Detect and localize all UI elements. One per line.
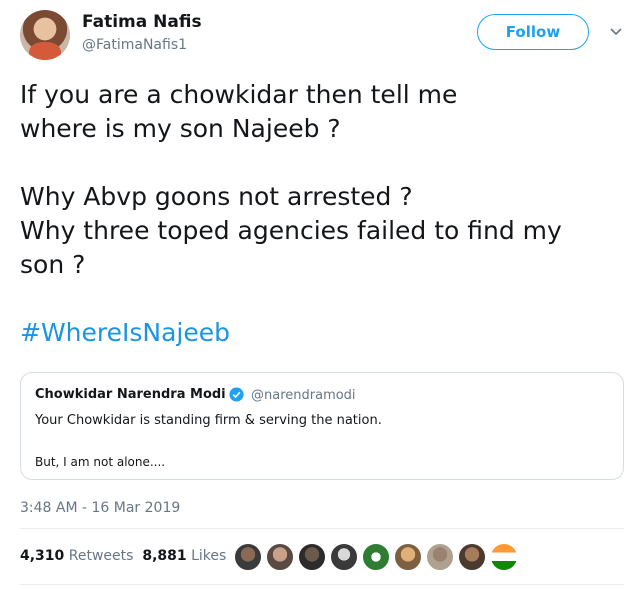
- divider: [20, 584, 624, 585]
- quoted-tweet[interactable]: Chowkidar Narendra Modi @narendramodi Yo…: [20, 372, 624, 480]
- engagement-stats: 4,310 Retweets 8,881 Likes: [20, 548, 226, 564]
- tweet-timestamp[interactable]: 3:48 AM - 16 Mar 2019: [20, 500, 180, 516]
- retweet-label[interactable]: Retweets: [69, 548, 134, 564]
- liker-avatar[interactable]: [330, 543, 358, 571]
- tweet-line: Why Abvp goons not arrested ?: [20, 182, 413, 211]
- verified-badge-icon: [229, 387, 244, 402]
- liker-avatar[interactable]: [234, 543, 262, 571]
- liker-avatar[interactable]: [298, 543, 326, 571]
- follow-button[interactable]: Follow: [477, 14, 589, 50]
- liker-avatar[interactable]: [458, 543, 486, 571]
- quoted-text: But, I am not alone....: [35, 455, 166, 469]
- divider: [20, 528, 624, 529]
- liker-avatar[interactable]: [426, 543, 454, 571]
- tweet-line: son ?: [20, 250, 86, 279]
- liker-avatar[interactable]: [362, 543, 390, 571]
- liker-avatar[interactable]: [266, 543, 294, 571]
- tweet-line: Why three toped agencies failed to find …: [20, 216, 562, 245]
- like-label[interactable]: Likes: [191, 548, 226, 564]
- quoted-author-handle: @narendramodi: [251, 388, 356, 403]
- quoted-author-name: Chowkidar Narendra Modi: [35, 387, 226, 402]
- author-avatar[interactable]: [20, 10, 70, 60]
- tweet-line: where is my son Najeeb ?: [20, 114, 341, 143]
- like-count[interactable]: 8,881: [142, 548, 186, 564]
- liker-avatar[interactable]: [394, 543, 422, 571]
- chevron-down-icon[interactable]: [609, 24, 623, 38]
- author-handle[interactable]: @FatimaNafis1: [82, 37, 187, 53]
- tweet-line: If you are a chowkidar then tell me: [20, 80, 458, 109]
- quoted-text: Your Chowkidar is standing firm & servin…: [35, 413, 382, 428]
- retweet-count[interactable]: 4,310: [20, 548, 64, 564]
- tweet-text: If you are a chowkidar then tell me wher…: [20, 78, 620, 282]
- liker-avatar[interactable]: [490, 543, 518, 571]
- hashtag-link[interactable]: #WhereIsNajeeb: [20, 318, 230, 347]
- author-name[interactable]: Fatima Nafis: [82, 12, 202, 32]
